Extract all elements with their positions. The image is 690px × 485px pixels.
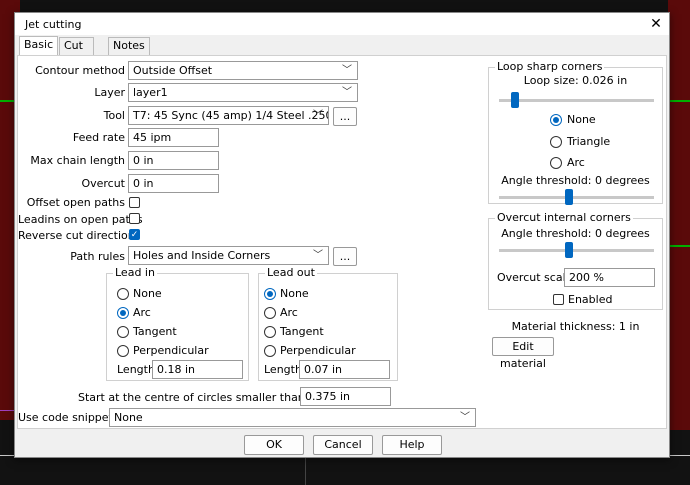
jet-cutting-dialog: Jet cutting ✕ Basic Cut path Notes Conto… [14, 12, 670, 458]
chevron-down-icon: ﹀ [313, 110, 323, 121]
lead-in-length-label: Length [117, 363, 155, 376]
help-button[interactable]: Help [382, 435, 442, 455]
chevron-down-icon: ﹀ [460, 412, 470, 423]
loop-title: Loop sharp corners [495, 60, 605, 73]
contour-method-label: Contour method [35, 64, 125, 77]
basic-panel: Contour method Outside Offset ﹀ Layer la… [17, 55, 667, 429]
lead-in-title: Lead in [113, 266, 157, 279]
lead-out-perpendicular-radio[interactable] [264, 345, 276, 357]
path-rules-browse-button[interactable]: ... [333, 247, 357, 266]
lead-out-arc-label: Arc [280, 306, 298, 319]
loop-angle-slider-thumb[interactable] [564, 189, 573, 205]
overcut-enabled-label: Enabled [568, 293, 613, 306]
feed-rate-label: Feed rate [72, 131, 125, 144]
contour-method-select[interactable]: Outside Offset ﹀ [128, 61, 358, 80]
chevron-down-icon: ﹀ [342, 87, 352, 98]
chevron-down-icon: ﹀ [342, 65, 352, 76]
loop-none-radio[interactable] [550, 114, 562, 126]
lead-out-none-radio[interactable] [264, 288, 276, 300]
dialog-title: Jet cutting [25, 18, 82, 31]
close-icon[interactable]: ✕ [645, 14, 667, 34]
loop-size-slider-track[interactable] [499, 99, 654, 102]
layer-label: Layer [94, 86, 125, 99]
reverse-cut-checkbox[interactable]: ✓ [129, 229, 140, 240]
lead-in-tangent-radio[interactable] [117, 326, 129, 338]
material-thickness-label: Material thickness: 1 in [511, 320, 640, 333]
overcut-internal-title: Overcut internal corners [495, 211, 633, 224]
tab-cut-path[interactable]: Cut path [59, 37, 95, 68]
lead-in-tangent-label: Tangent [133, 325, 177, 338]
lead-out-group: Lead out None Arc Tangent Perpendicular … [258, 266, 398, 381]
tool-browse-button[interactable]: ... [333, 107, 357, 126]
lead-in-group: Lead in None Arc Tangent Perpendicular L… [106, 266, 249, 381]
loop-triangle-radio[interactable] [550, 136, 562, 148]
ok-button[interactable]: OK [244, 435, 304, 455]
loop-triangle-label: Triangle [567, 135, 611, 148]
tab-basic[interactable]: Basic [19, 36, 59, 56]
lead-out-perpendicular-label: Perpendicular [280, 344, 356, 357]
overcut-scale-input[interactable]: 200 % [564, 268, 655, 287]
lead-out-length-input[interactable]: 0.07 in [299, 360, 390, 379]
canvas-path-line [670, 100, 690, 102]
feed-rate-input[interactable]: 45 ipm [128, 128, 219, 147]
chevron-down-icon: ﹀ [313, 250, 323, 261]
leadins-open-paths-label: Leadins on open paths [18, 213, 143, 226]
tool-select[interactable]: T7: 45 Sync (45 amp) 1/4 Steel .250 ﹀ [128, 106, 329, 125]
tool-value: T7: 45 Sync (45 amp) 1/4 Steel .250 [133, 109, 329, 122]
layer-select[interactable]: layer1 ﹀ [128, 83, 358, 102]
overcut-label: Overcut [81, 177, 125, 190]
lead-out-arc-radio[interactable] [264, 307, 276, 319]
overcut-scale-label: Overcut scale [497, 271, 573, 284]
leadins-open-paths-checkbox[interactable] [129, 213, 140, 224]
lead-in-none-label: None [133, 287, 162, 300]
lead-in-arc-radio[interactable] [117, 307, 129, 319]
loop-size-label: Loop size: 0.026 in [523, 74, 628, 87]
lead-in-perpendicular-radio[interactable] [117, 345, 129, 357]
lead-out-tangent-label: Tangent [280, 325, 324, 338]
overcut-input[interactable]: 0 in [128, 174, 219, 193]
tool-label: Tool [103, 109, 125, 122]
loop-sharp-corners-group: Loop sharp corners Loop size: 0.026 in N… [488, 60, 663, 205]
tab-notes[interactable]: Notes [108, 37, 150, 55]
canvas-path-line [670, 245, 690, 247]
path-rules-select[interactable]: Holes and Inside Corners ﹀ [128, 246, 329, 265]
path-rules-label: Path rules [70, 250, 125, 263]
loop-arc-label: Arc [567, 156, 585, 169]
loop-angle-label: Angle threshold: 0 degrees [501, 174, 650, 187]
loop-angle-slider-track[interactable] [499, 196, 654, 199]
lead-out-length-label: Length [264, 363, 302, 376]
reverse-cut-label: Reverse cut direction [18, 229, 135, 242]
edit-material-button[interactable]: Edit material [492, 337, 554, 370]
overcut-internal-corners-group: Overcut internal corners Angle threshold… [488, 211, 663, 310]
lead-in-perpendicular-label: Perpendicular [133, 344, 209, 357]
loop-arc-radio[interactable] [550, 157, 562, 169]
start-centre-input[interactable]: 0.375 in [300, 387, 391, 406]
canvas-right-strip [668, 0, 690, 430]
loop-size-slider-thumb[interactable] [510, 92, 519, 108]
layer-value: layer1 [133, 86, 168, 99]
overcut-angle-label: Angle threshold: 0 degrees [501, 227, 650, 240]
contour-method-value: Outside Offset [133, 64, 213, 77]
max-chain-length-input[interactable]: 0 in [128, 151, 219, 170]
loop-none-label: None [567, 113, 596, 126]
lead-out-none-label: None [280, 287, 309, 300]
offset-open-paths-checkbox[interactable] [129, 197, 140, 208]
code-snippet-select[interactable]: None ﹀ [109, 408, 476, 427]
offset-open-paths-label: Offset open paths [26, 196, 125, 209]
code-snippet-value: None [114, 411, 143, 424]
overcut-enabled-checkbox[interactable] [553, 294, 564, 305]
lead-out-tangent-radio[interactable] [264, 326, 276, 338]
overcut-angle-slider-thumb[interactable] [564, 242, 573, 258]
start-centre-label: Start at the centre of circles smaller t… [78, 391, 305, 404]
overcut-angle-slider-track[interactable] [499, 249, 654, 252]
code-snippet-label: Use code snippet [18, 411, 113, 424]
lead-in-length-input[interactable]: 0.18 in [152, 360, 243, 379]
max-chain-length-label: Max chain length [30, 154, 125, 167]
lead-out-title: Lead out [265, 266, 317, 279]
cancel-button[interactable]: Cancel [313, 435, 373, 455]
title-bar[interactable]: Jet cutting ✕ [15, 13, 669, 35]
path-rules-value: Holes and Inside Corners [133, 249, 271, 262]
lead-in-none-radio[interactable] [117, 288, 129, 300]
lead-in-arc-label: Arc [133, 306, 151, 319]
